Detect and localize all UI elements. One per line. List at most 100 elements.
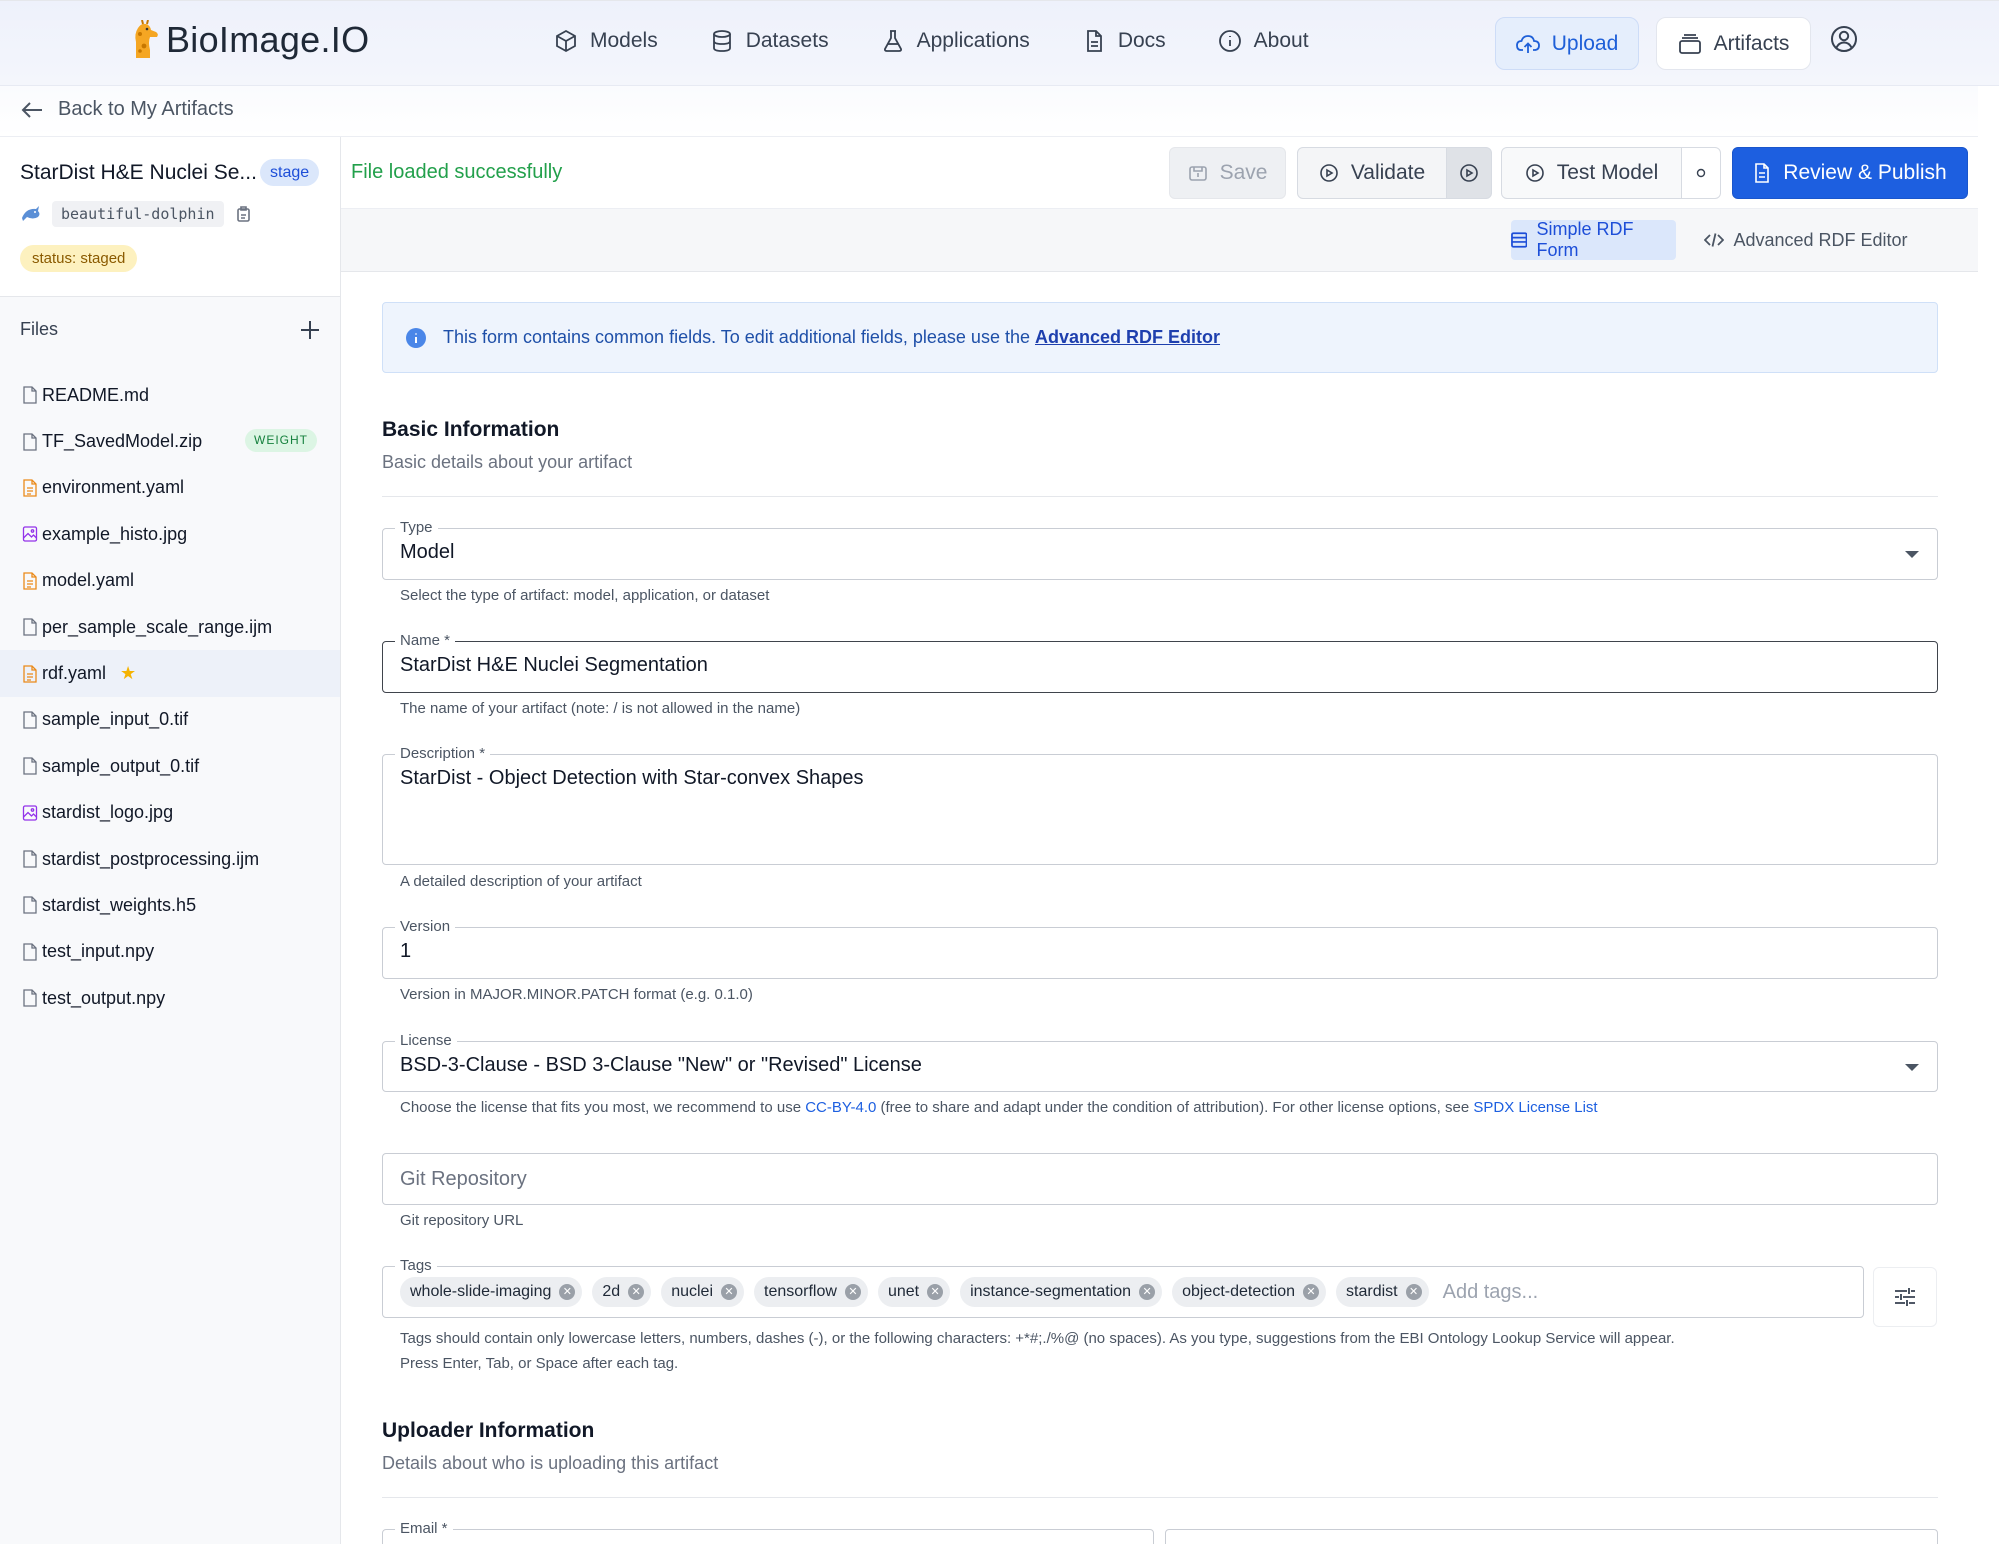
info-banner: This form contains common fields. To edi…: [382, 302, 1938, 373]
review-publish-button[interactable]: Review & Publish: [1732, 147, 1968, 199]
file-name: stardist_postprocessing.ijm: [42, 848, 260, 869]
validate-label: Validate: [1350, 161, 1426, 184]
tags-help: Tags should contain only lowercase lette…: [400, 1326, 1900, 1376]
nav-about[interactable]: About: [1218, 29, 1309, 53]
file-item-model-yaml[interactable]: model.yaml: [0, 558, 340, 604]
remove-tag-icon[interactable]: ✕: [1405, 1284, 1422, 1300]
tags-field[interactable]: Tags whole-slide-imaging ✕ 2d ✕ nuclei ✕ te…: [382, 1256, 1864, 1318]
name-label: Name *: [395, 631, 456, 651]
file-name: TF_SavedModel.zip: [42, 431, 203, 452]
remove-tag-icon[interactable]: ✕: [1303, 1284, 1320, 1300]
file-item-sample-input[interactable]: sample_input_0.tif: [0, 697, 340, 743]
add-tags-input[interactable]: Add tags...: [1443, 1281, 1539, 1304]
simple-rdf-form-tab[interactable]: Simple RDF Form: [1511, 219, 1676, 260]
email-field[interactable]: Email *: [382, 1519, 1154, 1544]
file-item-stardist-postprocessing[interactable]: stardist_postprocessing.ijm: [0, 836, 340, 882]
file-name: sample_output_0.tif: [42, 755, 200, 776]
license-select[interactable]: License BSD-3-Clause - BSD 3-Clause "New…: [382, 1031, 1938, 1092]
version-field[interactable]: Version 1: [382, 917, 1938, 979]
arrow-left-icon: [21, 101, 42, 118]
tag-options-button[interactable]: [1873, 1267, 1937, 1327]
description-value: StarDist - Object Detection with Star-co…: [400, 767, 864, 789]
uploader-info-subtitle: Details about who is uploading this arti…: [382, 1453, 719, 1473]
name-value: StarDist H&E Nuclei Segmentation: [400, 654, 708, 676]
tag-chip[interactable]: nuclei ✕: [661, 1277, 745, 1307]
tag-chip[interactable]: instance-segmentation ✕: [960, 1277, 1163, 1307]
file-item-tf-savedmodel[interactable]: TF_SavedModel.zip WEIGHT: [0, 418, 340, 464]
file-icon: [23, 432, 37, 451]
tag-chip[interactable]: tensorflow ✕: [754, 1277, 868, 1307]
tag-chip-label: unet: [887, 1283, 920, 1300]
tag-chip[interactable]: unet ✕: [877, 1277, 951, 1307]
basic-info-subtitle: Basic details about your artifact: [382, 452, 633, 472]
save-button[interactable]: Save: [1169, 147, 1286, 199]
nav-datasets[interactable]: Datasets: [710, 29, 829, 53]
tag-chip[interactable]: stardist ✕: [1336, 1277, 1429, 1307]
nav-applications-label: Applications: [916, 29, 1030, 52]
user-account-icon[interactable]: [1830, 25, 1858, 53]
file-sidebar: StarDist H&E Nuclei Se... stage beautifu…: [0, 137, 341, 1544]
nav-models[interactable]: Models: [554, 29, 658, 53]
remove-tag-icon[interactable]: ✕: [721, 1284, 738, 1300]
version-value: 1: [400, 940, 412, 962]
tag-chip[interactable]: 2d ✕: [592, 1277, 652, 1307]
license-label: License: [395, 1031, 457, 1051]
tag-chip[interactable]: object-detection ✕: [1172, 1277, 1327, 1307]
version-label: Version: [395, 917, 456, 937]
remove-tag-icon[interactable]: ✕: [559, 1284, 576, 1300]
file-item-test-output[interactable]: test_output.npy: [0, 975, 340, 1021]
yaml-file-icon: [23, 572, 37, 590]
document-icon: [1086, 30, 1102, 52]
remove-tag-icon[interactable]: ✕: [844, 1284, 861, 1300]
nav-applications[interactable]: Applications: [881, 29, 1030, 53]
back-to-artifacts-link[interactable]: Back to My Artifacts: [20, 98, 234, 121]
uploader-name-field[interactable]: [1165, 1529, 1938, 1544]
upload-button[interactable]: Upload: [1495, 17, 1639, 70]
document-icon: [1755, 163, 1770, 183]
advanced-rdf-editor-link[interactable]: Advanced RDF Editor: [1035, 327, 1220, 347]
file-item-readme[interactable]: README.md: [0, 372, 340, 418]
artifacts-button[interactable]: Artifacts: [1656, 17, 1811, 70]
validate-options-button[interactable]: [1446, 147, 1492, 199]
file-item-test-input[interactable]: test_input.npy: [0, 929, 340, 975]
file-item-environment-yaml[interactable]: environment.yaml: [0, 465, 340, 511]
description-field[interactable]: Description * StarDist - Object Detectio…: [382, 744, 1938, 865]
yaml-file-icon: [23, 664, 37, 683]
stage-badge: stage: [260, 159, 320, 186]
remove-tag-icon[interactable]: ✕: [628, 1284, 645, 1300]
advanced-rdf-editor-tab[interactable]: Advanced RDF Editor: [1691, 220, 1921, 260]
remove-tag-icon[interactable]: ✕: [1139, 1284, 1156, 1300]
file-item-rdf-yaml[interactable]: rdf.yaml ★: [0, 650, 340, 697]
git-repository-placeholder: Git Repository: [400, 1168, 527, 1190]
file-item-stardist-weights[interactable]: stardist_weights.h5: [0, 882, 340, 928]
brand-logo[interactable]: BioImage.IO: [126, 19, 369, 61]
test-model-options-button[interactable]: [1681, 147, 1721, 199]
file-item-example-histo[interactable]: example_histo.jpg: [0, 511, 340, 557]
add-file-icon[interactable]: [300, 320, 320, 340]
nav-about-label: About: [1253, 29, 1309, 52]
file-item-stardist-logo[interactable]: stardist_logo.jpg: [0, 790, 340, 836]
file-item-sample-output[interactable]: sample_output_0.tif: [0, 743, 340, 789]
name-field[interactable]: Name * StarDist H&E Nuclei Segmentation: [382, 631, 1938, 693]
tags-help-line1: Tags should contain only lowercase lette…: [400, 1330, 1675, 1347]
type-select[interactable]: Type Model: [382, 518, 1938, 580]
giraffe-icon: [135, 20, 158, 58]
test-model-button[interactable]: Test Model: [1501, 147, 1682, 199]
copy-icon[interactable]: [234, 205, 252, 223]
tag-chip-label: whole-slide-imaging: [410, 1283, 552, 1300]
spdx-license-link[interactable]: SPDX License List: [1473, 1099, 1597, 1116]
git-repository-field[interactable]: Git Repository: [382, 1153, 1938, 1205]
simple-rdf-form-label: Simple RDF Form: [1536, 219, 1634, 260]
file-item-per-sample-scale-range[interactable]: per_sample_scale_range.ijm: [0, 604, 340, 650]
dolphin-icon: [22, 206, 40, 221]
play-circle-icon: [1320, 164, 1338, 182]
tag-chip[interactable]: whole-slide-imaging ✕: [400, 1277, 583, 1307]
validate-button[interactable]: Validate: [1297, 147, 1447, 199]
nav-docs[interactable]: Docs: [1082, 29, 1166, 53]
remove-tag-icon[interactable]: ✕: [927, 1284, 944, 1300]
license-help-mid: (free to share and adapt under the condi…: [876, 1099, 1474, 1116]
cc-by-link[interactable]: CC-BY-4.0: [805, 1099, 876, 1116]
file-icon: [23, 711, 37, 729]
top-navbar: BioImage.IO Models Datasets Applications…: [0, 0, 1999, 86]
chevron-down-icon: [1905, 551, 1919, 558]
